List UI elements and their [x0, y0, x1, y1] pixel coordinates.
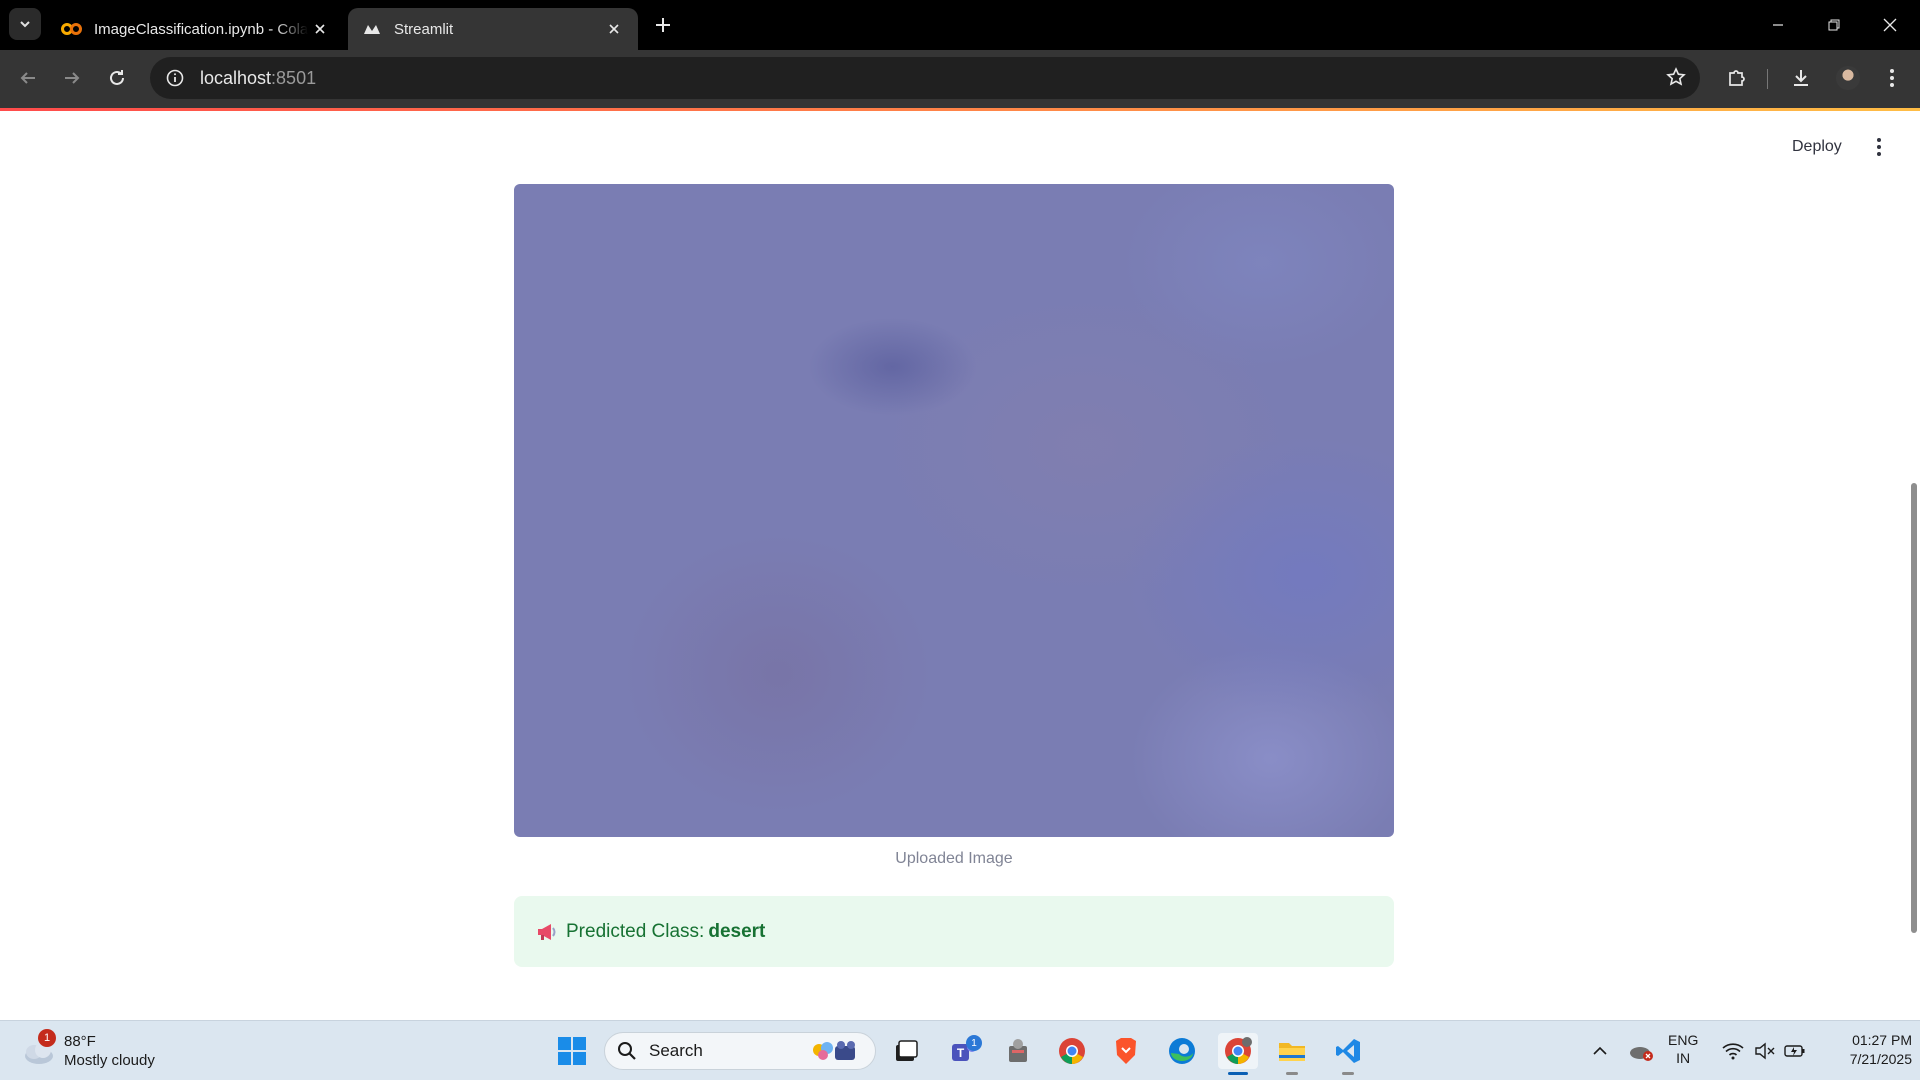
- close-icon[interactable]: [308, 17, 332, 41]
- streamlit-icon: [360, 17, 384, 41]
- close-icon[interactable]: [602, 17, 626, 41]
- arrow-left-icon: [20, 72, 35, 84]
- brave-icon[interactable]: [1106, 1033, 1146, 1069]
- back-button[interactable]: [12, 62, 44, 94]
- page-scrollbar[interactable]: [1908, 111, 1920, 1025]
- bookmark-star-icon[interactable]: [1666, 67, 1686, 92]
- puzzle-icon: [1729, 70, 1745, 86]
- arrow-right-icon: [65, 72, 80, 84]
- profile-avatar[interactable]: [1836, 66, 1860, 90]
- clock-time: 01:27 PM: [1852, 1032, 1912, 1048]
- new-tab-button[interactable]: [650, 12, 676, 38]
- forward-button[interactable]: [56, 62, 88, 94]
- vscode-icon[interactable]: [1328, 1033, 1368, 1075]
- onedrive-error-icon[interactable]: [1626, 1037, 1656, 1065]
- colab-icon: [60, 17, 84, 41]
- browser-menu-button[interactable]: [1876, 62, 1908, 94]
- battery-icon[interactable]: [1782, 1037, 1808, 1065]
- lang-bottom: IN: [1676, 1050, 1691, 1066]
- tab-title: ImageClassification.ipynb - Colab: [94, 20, 308, 38]
- app-icon[interactable]: [998, 1033, 1038, 1069]
- system-clock[interactable]: 01:27 PM 7/21/2025: [1812, 1031, 1912, 1069]
- weather-temp: 88°F: [64, 1033, 96, 1050]
- url-text[interactable]: localhost:8501: [200, 68, 316, 89]
- edge-icon[interactable]: [1162, 1033, 1202, 1069]
- close-icon: [1883, 18, 1897, 32]
- volume-muted-icon[interactable]: [1752, 1037, 1778, 1065]
- search-placeholder: Search: [649, 1041, 703, 1060]
- restore-button[interactable]: [1806, 0, 1862, 50]
- url-host: localhost: [200, 67, 272, 88]
- scrollbar-thumb[interactable]: [1911, 483, 1917, 933]
- megaphone-icon: [536, 922, 558, 942]
- deploy-button[interactable]: Deploy: [1780, 132, 1854, 162]
- weather-badge: 1: [38, 1029, 56, 1047]
- image-caption: Uploaded Image: [895, 850, 1013, 867]
- uploaded-image: [514, 184, 1394, 837]
- streamlit-decoration-bar: [0, 108, 1920, 111]
- input-language[interactable]: ENG IN: [1668, 1031, 1698, 1067]
- prediction-value: desert: [708, 920, 766, 942]
- toolbar-divider: [1767, 69, 1768, 89]
- tab-title: Streamlit: [394, 20, 454, 38]
- kebab-menu-icon: [1890, 69, 1894, 87]
- taskbar-search[interactable]: Search: [604, 1032, 876, 1070]
- cloud-icon: 1: [20, 1029, 56, 1066]
- reload-button[interactable]: [101, 62, 133, 94]
- downloads-button[interactable]: [1785, 62, 1817, 94]
- task-view-icon[interactable]: [886, 1033, 926, 1069]
- kebab-menu-icon: [1877, 138, 1881, 156]
- browser-tab-strip: ImageClassification.ipynb - Colab Stream…: [0, 0, 1920, 50]
- windows-taskbar: 1 88°F Mostly cloudy Search T 1 ENG IN 0…: [0, 1020, 1920, 1080]
- teams-badge: 1: [966, 1035, 982, 1051]
- reload-icon: [110, 70, 124, 85]
- chrome-icon[interactable]: [1052, 1033, 1092, 1069]
- weather-condition: Mostly cloudy: [64, 1052, 155, 1069]
- svg-text:T: T: [957, 1046, 965, 1060]
- file-explorer-icon[interactable]: [1272, 1033, 1312, 1075]
- tab-colab[interactable]: ImageClassification.ipynb - Colab: [48, 8, 344, 50]
- restore-icon: [1828, 19, 1840, 31]
- tab-search-button[interactable]: [9, 8, 41, 40]
- weather-widget[interactable]: 1 88°F Mostly cloudy: [20, 1029, 155, 1073]
- site-info-icon[interactable]: [164, 67, 186, 89]
- minimize-icon: [1773, 24, 1783, 26]
- prediction-result-box: Predicted Class: desert: [514, 896, 1394, 967]
- wifi-icon[interactable]: [1720, 1037, 1746, 1065]
- app-menu-button[interactable]: [1864, 132, 1894, 162]
- url-port: :8501: [271, 67, 317, 88]
- chrome-profile-icon[interactable]: [1218, 1033, 1258, 1075]
- search-icon: [618, 1042, 636, 1060]
- windows-start-icon[interactable]: [552, 1033, 592, 1069]
- address-bar[interactable]: localhost:8501: [150, 57, 1700, 99]
- download-icon: [1794, 70, 1808, 86]
- chevron-down-icon: [20, 21, 30, 28]
- close-window-button[interactable]: [1862, 0, 1918, 50]
- teams-icon[interactable]: T 1: [944, 1033, 984, 1069]
- lang-top: ENG: [1668, 1032, 1699, 1048]
- tab-streamlit[interactable]: Streamlit: [348, 8, 638, 50]
- browser-toolbar: localhost:8501: [0, 50, 1920, 108]
- minimize-button[interactable]: [1750, 0, 1806, 50]
- search-highlight-icon: [807, 1037, 867, 1072]
- extensions-button[interactable]: [1720, 62, 1752, 94]
- show-hidden-icons-icon[interactable]: [1586, 1037, 1614, 1065]
- plus-icon: [656, 18, 670, 32]
- prediction-label: Predicted Class:: [566, 920, 705, 942]
- clock-date: 7/21/2025: [1849, 1051, 1912, 1067]
